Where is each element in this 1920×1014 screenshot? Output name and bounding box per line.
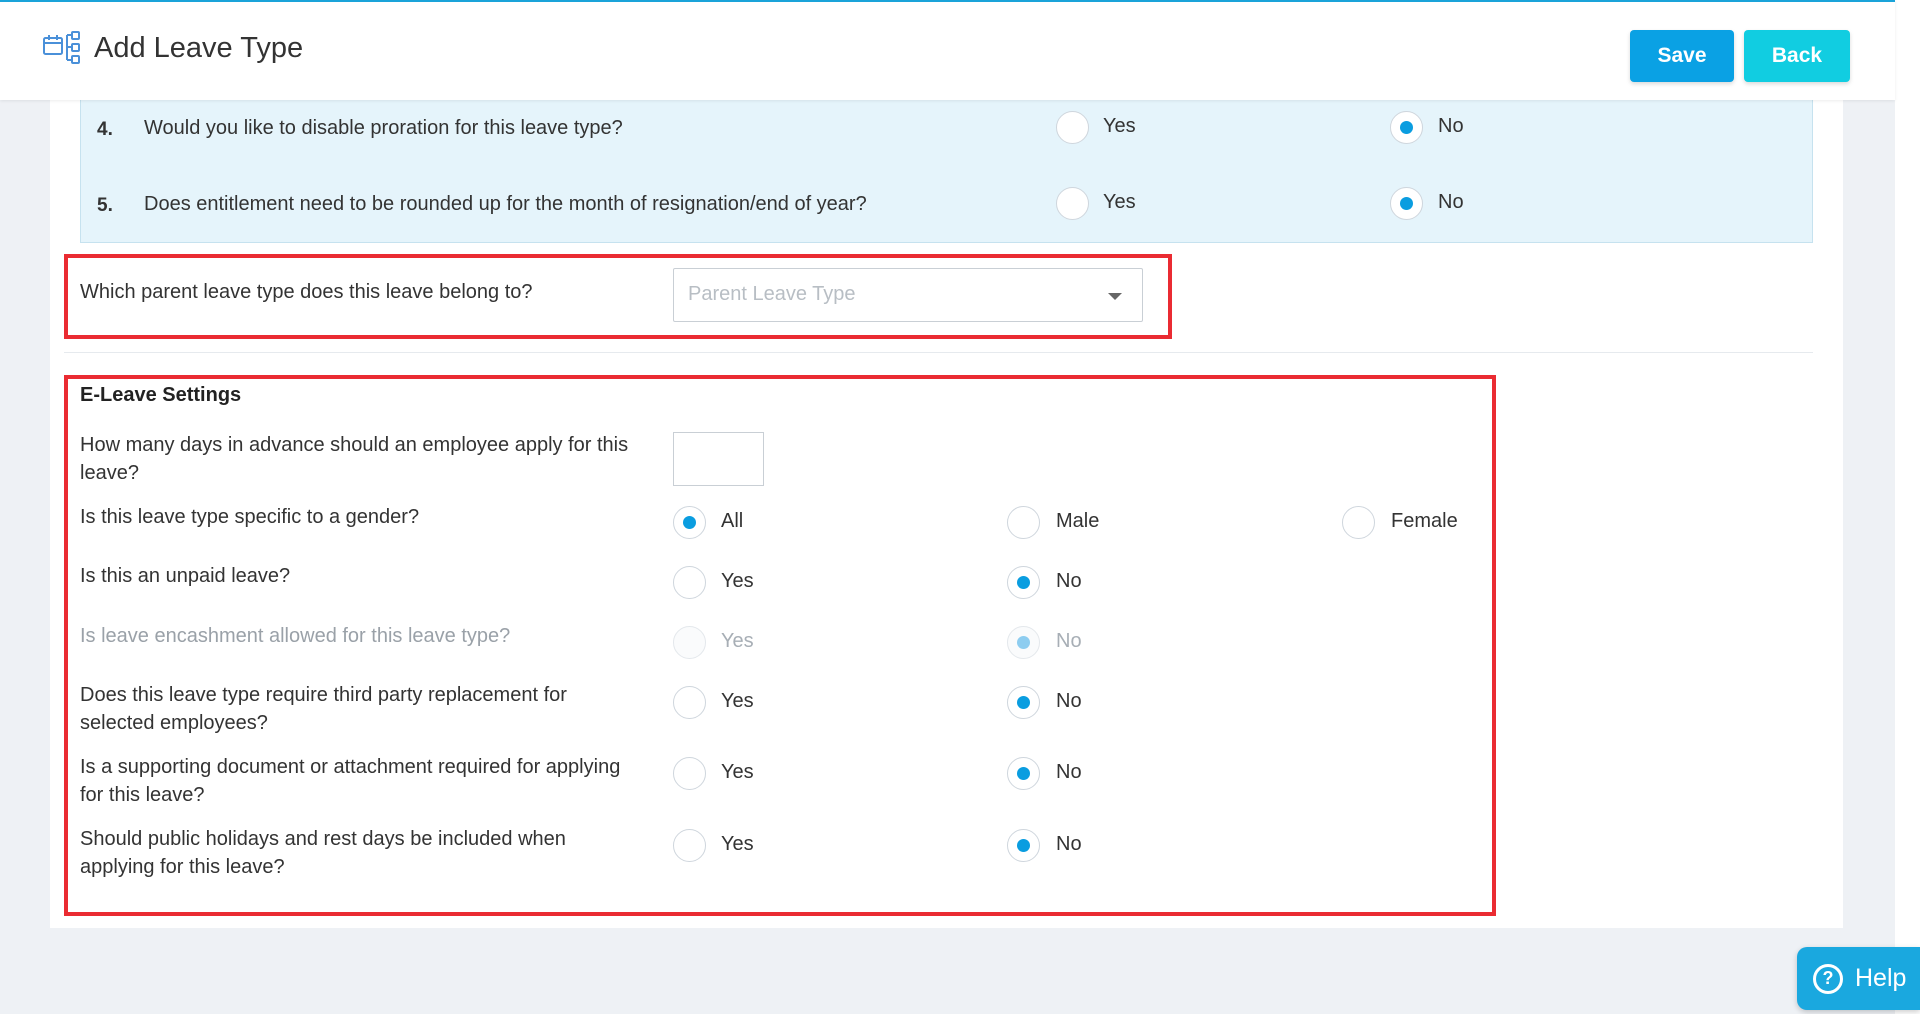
third-party-label: Does this leave type require third party… (80, 684, 567, 734)
radio-label-female: Female (1391, 510, 1458, 532)
public-holidays-yes-radio[interactable] (673, 829, 706, 862)
radio-label-male: Male (1056, 510, 1100, 532)
parent-leave-label: Which parent leave type does this leave … (80, 281, 533, 303)
radio-label-all: All (721, 510, 744, 532)
help-label: Help (1855, 964, 1907, 992)
help-button[interactable]: ? Help (1797, 947, 1920, 1010)
encashment-no-radio (1007, 626, 1040, 659)
radio-label-no: No (1056, 833, 1082, 855)
eleave-settings-title: E-Leave Settings (80, 384, 242, 406)
gender-all-radio[interactable] (673, 506, 706, 539)
section-divider (64, 352, 1813, 353)
title-wrap: Add Leave Type (42, 30, 303, 66)
parent-leave-placeholder: Parent Leave Type (688, 283, 856, 305)
unpaid-yes-radio[interactable] (673, 566, 706, 599)
encashment-yes-radio (673, 626, 706, 659)
radio-label-no: No (1056, 570, 1082, 592)
back-button[interactable]: Back (1744, 30, 1850, 82)
radio-label-yes: Yes (1103, 115, 1136, 137)
page-title: Add Leave Type (94, 31, 304, 64)
question-number: 5. (97, 195, 113, 216)
radio-label-yes: Yes (721, 761, 754, 783)
page-scrollbar-track[interactable] (1895, 0, 1920, 1014)
radio-label-yes: Yes (721, 570, 754, 592)
leave-type-hierarchy-icon (43, 31, 80, 64)
round-up-entitlement-yes-radio[interactable] (1056, 187, 1089, 220)
radio-label-yes: Yes (721, 690, 754, 712)
advance-days-input[interactable] (673, 432, 764, 486)
gender-female-radio[interactable] (1342, 506, 1375, 539)
supporting-document-no-radio[interactable] (1007, 757, 1040, 790)
disable-proration-no-radio[interactable] (1390, 111, 1423, 144)
encashment-label: Is leave encashment allowed for this lea… (80, 625, 511, 647)
question-text: Would you like to disable proration for … (144, 117, 623, 139)
gender-male-radio[interactable] (1007, 506, 1040, 539)
radio-label-no: No (1056, 630, 1082, 652)
question-mark-icon: ? (1813, 963, 1843, 994)
save-button[interactable]: Save (1630, 30, 1734, 82)
parent-leave-type-select[interactable]: Parent Leave Type (673, 268, 1143, 322)
disable-proration-yes-radio[interactable] (1056, 111, 1089, 144)
radio-label-no: No (1056, 690, 1082, 712)
supporting-document-yes-radio[interactable] (673, 757, 706, 790)
question-text: Does entitlement need to be rounded up f… (144, 193, 867, 215)
public-holidays-label: Should public holidays and rest days be … (80, 828, 566, 878)
unpaid-leave-label: Is this an unpaid leave? (80, 565, 291, 587)
round-up-entitlement-no-radio[interactable] (1390, 187, 1423, 220)
radio-label-no: No (1056, 761, 1082, 783)
third-party-no-radio[interactable] (1007, 686, 1040, 719)
question-number: 4. (97, 119, 113, 140)
radio-label-yes: Yes (1103, 191, 1136, 213)
radio-label-yes: Yes (721, 833, 754, 855)
radio-label-no: No (1438, 191, 1464, 213)
chevron-down-icon (1108, 293, 1122, 300)
public-holidays-no-radio[interactable] (1007, 829, 1040, 862)
radio-label-no: No (1438, 115, 1464, 137)
radio-label-yes: Yes (721, 630, 754, 652)
third-party-yes-radio[interactable] (673, 686, 706, 719)
unpaid-no-radio[interactable] (1007, 566, 1040, 599)
gender-label: Is this leave type specific to a gender? (80, 506, 420, 528)
supporting-document-label: Is a supporting document or attachment r… (80, 756, 621, 806)
top-bar: Add Leave Type Save Back (0, 0, 1895, 100)
advance-days-label: How many days in advance should an emplo… (80, 434, 629, 484)
